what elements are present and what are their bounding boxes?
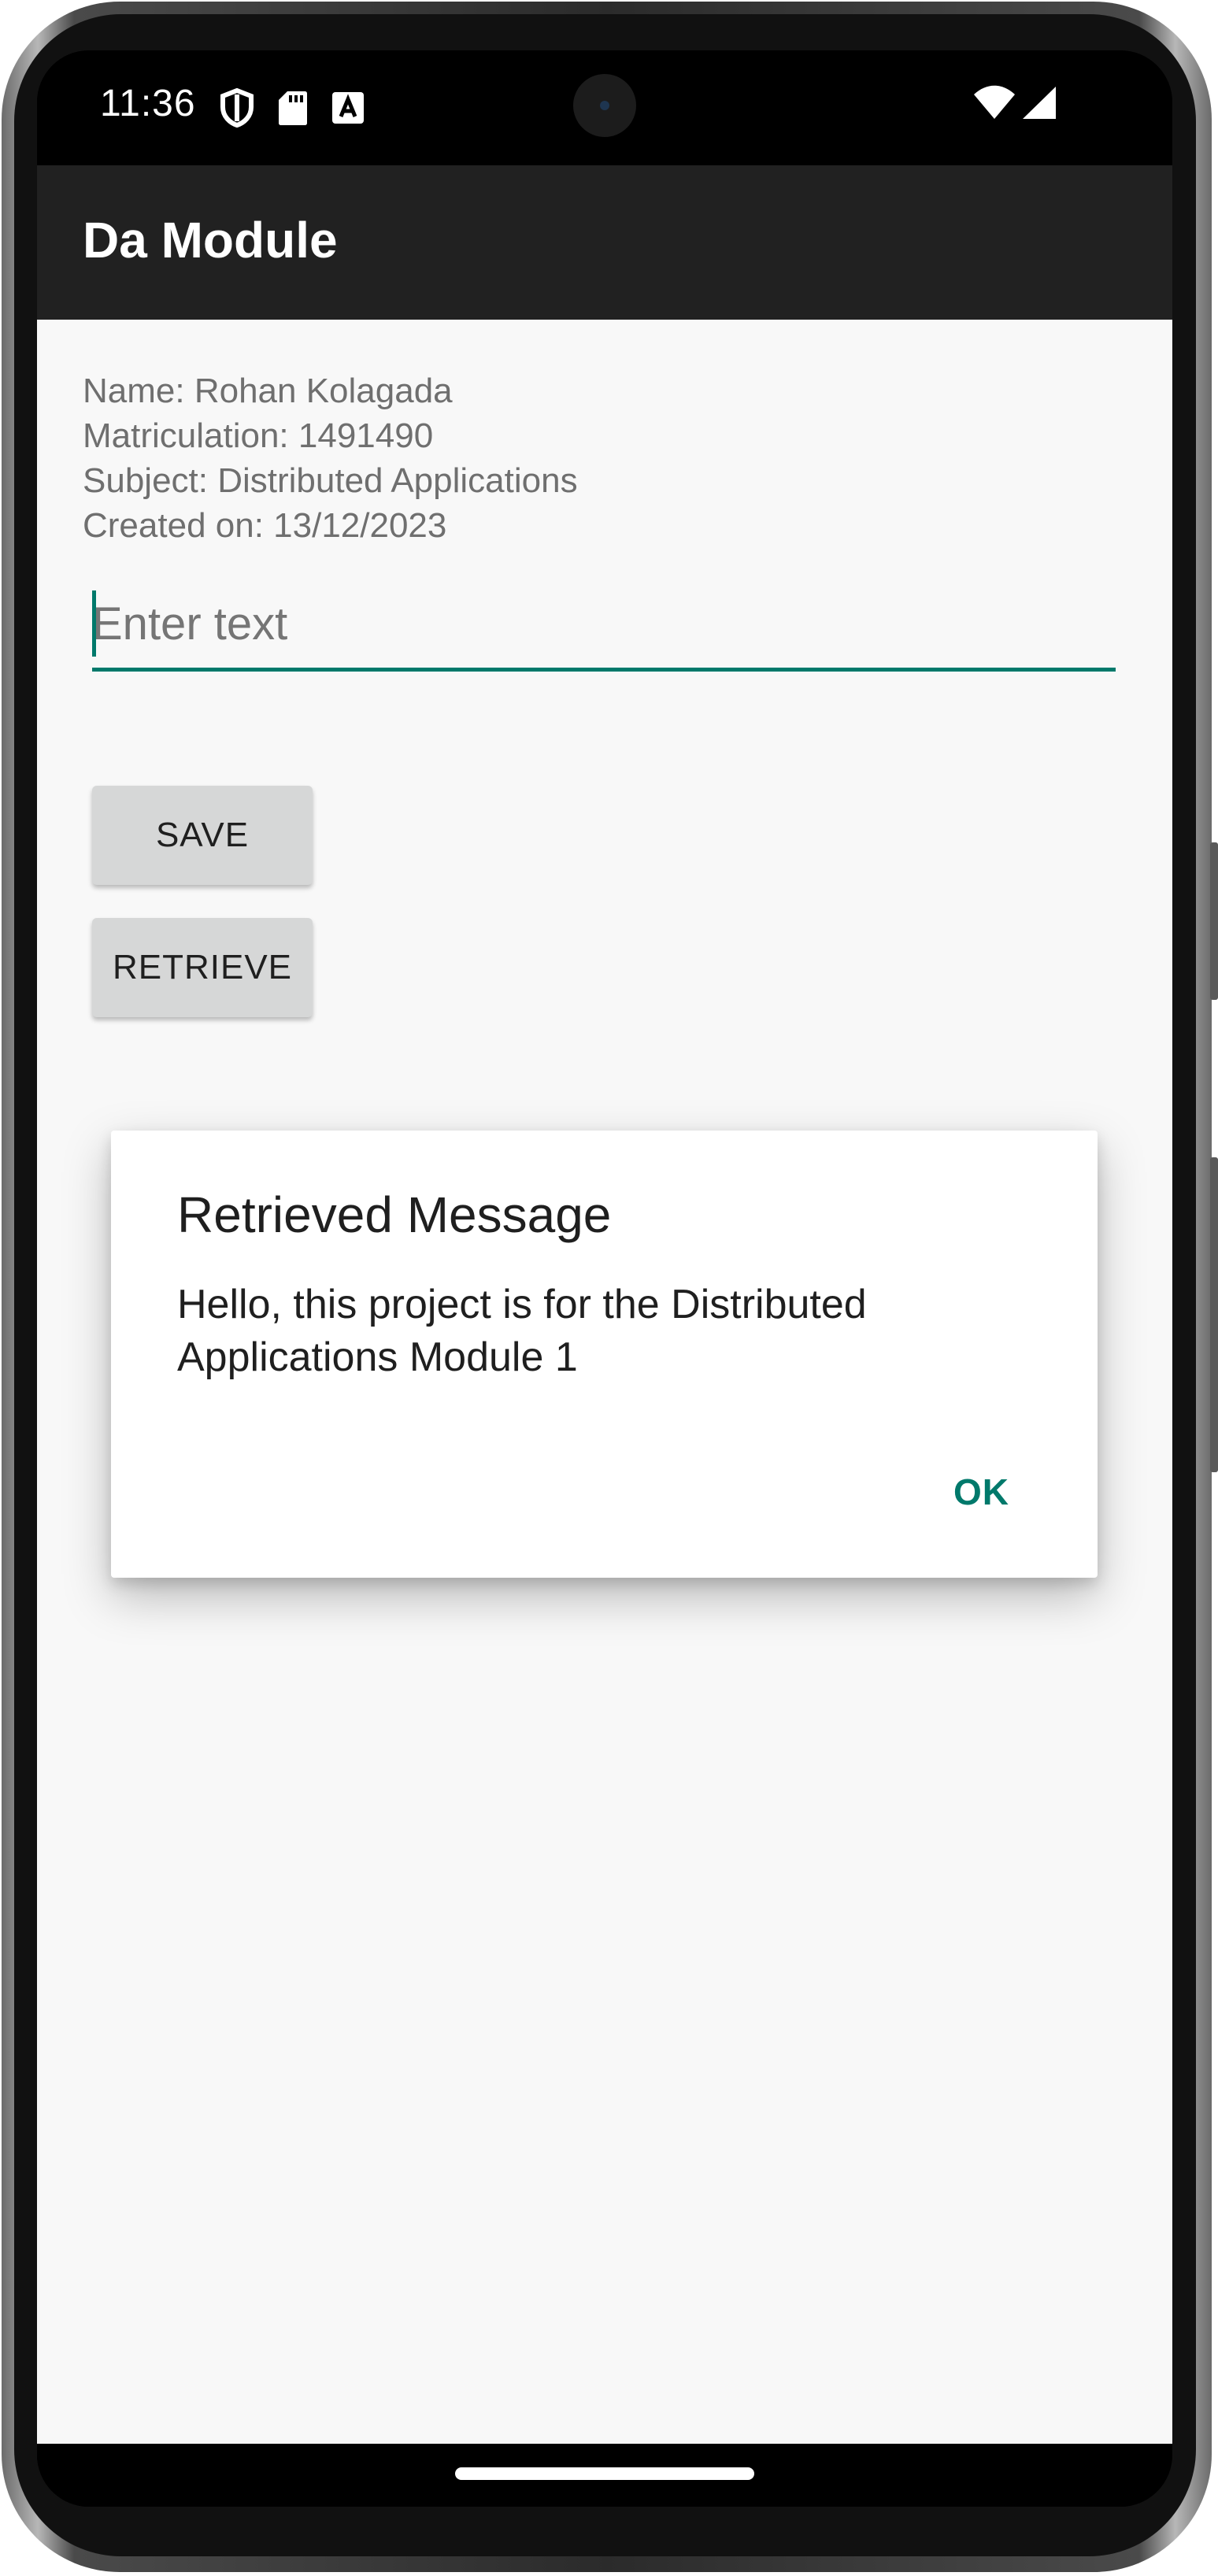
main-content: Name: Rohan Kolagada Matriculation: 1491… — [37, 320, 1172, 2444]
app-title: Da Module — [83, 212, 338, 268]
home-gesture-handle[interactable] — [455, 2467, 754, 2480]
notification-icons — [220, 88, 365, 128]
cellular-signal-icon — [1023, 87, 1056, 119]
dialog-message: Hello, this project is for the Distribut… — [177, 1282, 867, 1380]
text-input[interactable] — [92, 579, 1116, 668]
save-button[interactable]: SAVE — [92, 786, 313, 885]
system-icons — [972, 85, 1057, 120]
created-label: Created on: 13/12/2023 — [83, 506, 447, 545]
name-label: Name: Rohan Kolagada — [83, 372, 453, 410]
text-cursor — [92, 590, 96, 657]
status-bar: 11:36 — [37, 50, 1172, 165]
power-button — [1210, 1157, 1218, 1472]
wifi-icon — [974, 85, 1015, 119]
app-bar: Da Module — [37, 165, 1172, 320]
dialog-title: Retrieved Message — [177, 1186, 612, 1243]
text-input-container — [92, 579, 1116, 672]
student-info: Name: Rohan Kolagada Matriculation: 1491… — [83, 368, 578, 548]
device: 11:36 Da Module Name: Rohan Kolagada Mat… — [0, 0, 1218, 2576]
retrieve-button[interactable]: RETRIEVE — [92, 918, 313, 1017]
subject-label: Subject: Distributed Applications — [83, 461, 578, 500]
retrieved-message-dialog: Retrieved Message Hello, this project is… — [111, 1131, 1098, 1578]
sd-card-icon — [279, 91, 307, 125]
shield-icon — [220, 88, 254, 128]
screen: 11:36 Da Module Name: Rohan Kolagada Mat… — [37, 50, 1172, 2507]
navigation-bar — [37, 2444, 1172, 2507]
autofill-icon — [332, 92, 364, 124]
front-camera — [573, 74, 636, 137]
volume-button — [1210, 842, 1218, 1000]
status-time: 11:36 — [100, 83, 196, 124]
ok-button[interactable]: OK — [953, 1471, 1009, 1513]
matriculation-label: Matriculation: 1491490 — [83, 416, 434, 455]
